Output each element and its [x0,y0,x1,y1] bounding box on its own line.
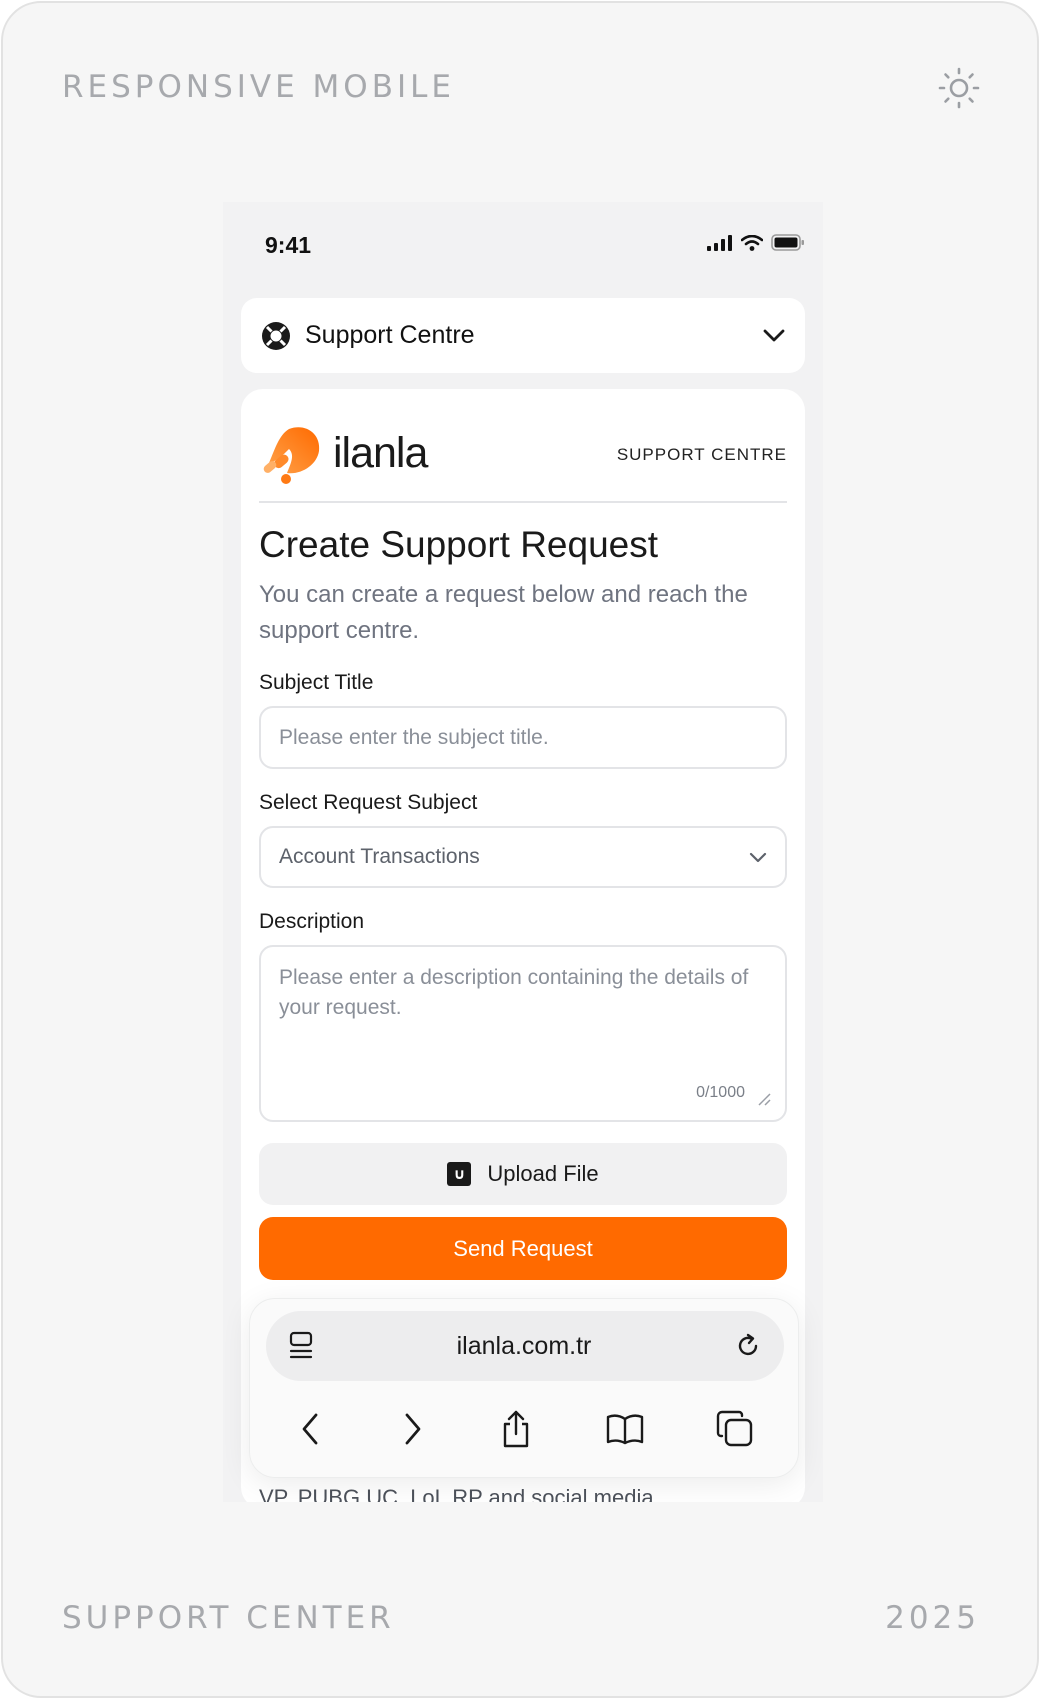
forward-icon[interactable] [397,1411,427,1447]
browser-nav-row [250,1393,800,1465]
subject-title-placeholder: Please enter the subject title. [279,725,549,749]
scrolled-content-text: VP, PUBG UC, LoL RP and social media [259,1485,654,1502]
description-textarea[interactable]: Please enter a description containing th… [259,945,787,1122]
send-request-button[interactable]: Send Request [259,1217,787,1280]
status-time: 9:41 [265,232,312,258]
brand-name: ilanla [333,429,428,477]
description-label: Description [259,910,365,933]
reload-icon[interactable] [734,1332,762,1360]
subject-title-label: Subject Title [259,671,374,694]
frame-year: 2025 [885,1600,980,1636]
phone-screen: 9:41 Support Centre ilanla SUPPORT CENTR… [223,202,823,1502]
send-request-label: Send Request [453,1235,593,1261]
chevron-down-icon [763,329,785,341]
url-text: ilanla.com.tr [456,1331,592,1360]
page-menu-icon[interactable] [288,1331,314,1361]
frame-title: RESPONSIVE MOBILE [62,69,455,105]
lifebuoy-icon [262,321,290,350]
character-counter: 0/1000 [696,1084,745,1101]
request-subject-select[interactable]: Account Transactions [259,826,787,888]
brand-tagline: SUPPORT CENTRE [616,445,787,464]
battery-icon [771,234,804,251]
request-subject-value: Account Transactions [279,845,480,868]
back-icon[interactable] [296,1411,326,1447]
upload-file-label: Upload File [487,1161,599,1186]
page-subtitle: You can create a request below and reach… [259,581,748,644]
support-centre-selector[interactable]: Support Centre [241,298,805,373]
share-icon[interactable] [499,1409,533,1449]
upload-icon: ∪ [447,1162,472,1186]
request-subject-label: Select Request Subject [259,791,478,814]
page-title: Create Support Request [259,524,659,565]
description-placeholder: Please enter a description containing th… [279,966,749,1019]
header-divider [259,501,787,503]
support-centre-label: Support Centre [305,321,475,349]
status-bar: 9:41 [223,202,823,292]
resize-handle-icon[interactable] [757,1092,771,1106]
address-bar[interactable]: ilanla.com.tr [266,1311,784,1381]
bookmarks-icon[interactable] [605,1412,645,1446]
signal-icon [707,234,732,251]
sun-icon[interactable] [937,66,981,110]
upload-file-button[interactable]: ∪ Upload File [259,1143,787,1205]
presentation-frame: RESPONSIVE MOBILE 9:41 Support Centre il… [1,1,1039,1698]
brand-header: ilanla SUPPORT CENTRE [259,423,787,489]
frame-footer-label: SUPPORT CENTER [62,1600,395,1636]
ilanla-logo-icon [263,427,320,484]
subject-title-input[interactable]: Please enter the subject title. [259,706,787,769]
chevron-down-icon [749,852,767,862]
wifi-icon [741,234,763,251]
tabs-icon[interactable] [716,1410,754,1448]
browser-toolbar: ilanla.com.tr [249,1298,799,1478]
